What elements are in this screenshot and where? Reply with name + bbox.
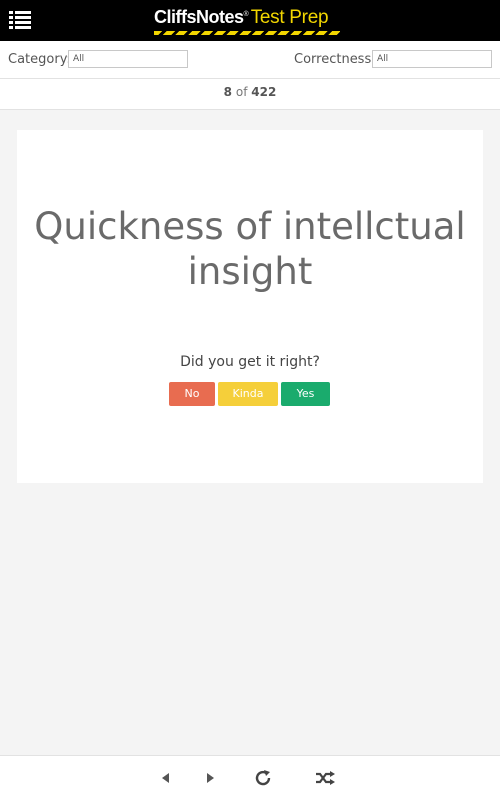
category-label: Category: bbox=[8, 52, 71, 67]
flashcard[interactable]: Quickness of intellctual insight Did you… bbox=[17, 130, 483, 483]
shuffle-icon[interactable] bbox=[314, 767, 336, 789]
self-assessment-prompt: Did you get it right? bbox=[180, 354, 320, 370]
no-button[interactable]: No bbox=[169, 382, 215, 406]
card-term: Quickness of intellctual insight bbox=[34, 205, 466, 293]
counter-of: of bbox=[235, 85, 248, 99]
logo-brand: CliffsNotes bbox=[154, 7, 244, 27]
logo-registered-mark: ® bbox=[243, 11, 249, 18]
filter-bar: Category: All Correctness: All bbox=[0, 41, 500, 79]
counter-total: 422 bbox=[251, 85, 277, 99]
hamburger-list-icon[interactable] bbox=[9, 11, 31, 29]
correctness-select[interactable]: All bbox=[372, 50, 492, 68]
refresh-icon[interactable] bbox=[252, 767, 274, 789]
kinda-button[interactable]: Kinda bbox=[218, 382, 278, 406]
triangle-right-icon[interactable] bbox=[199, 767, 221, 789]
yes-button[interactable]: Yes bbox=[281, 382, 330, 406]
card-counter: 8 of 422 bbox=[0, 79, 500, 110]
bottom-nav-bar bbox=[0, 755, 500, 801]
logo-product: Test Prep bbox=[250, 7, 329, 28]
app-header: CliffsNotes® Test Prep bbox=[0, 0, 500, 41]
category-select[interactable]: All bbox=[68, 50, 188, 68]
logo-hazard-stripe bbox=[154, 31, 340, 35]
triangle-left-icon[interactable] bbox=[155, 767, 177, 789]
counter-current: 8 bbox=[223, 85, 233, 99]
correctness-label: Correctness: bbox=[294, 52, 376, 67]
